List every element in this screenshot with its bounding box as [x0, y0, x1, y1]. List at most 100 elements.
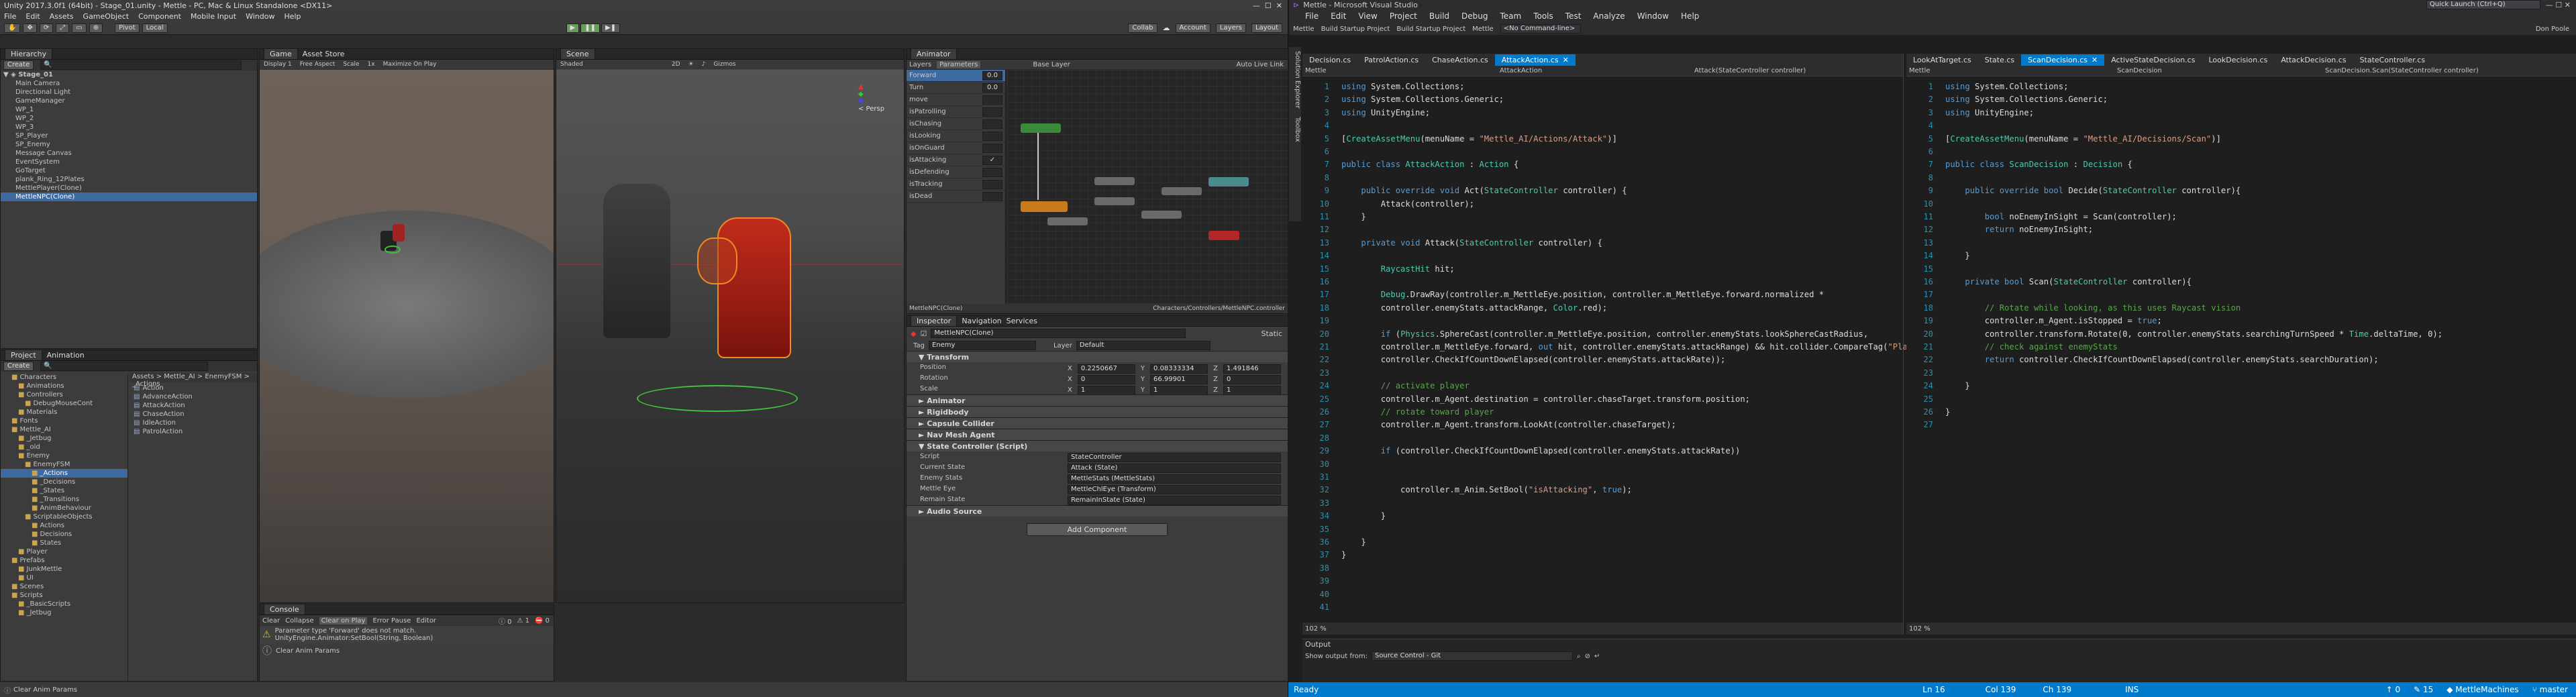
scene-tab[interactable]: Scene — [560, 49, 595, 59]
collab-button[interactable]: Collab — [1128, 23, 1157, 33]
auto-live-link-toggle[interactable]: Auto Live Link — [1237, 61, 1284, 68]
parameter-value[interactable] — [982, 131, 1002, 141]
edits-icon[interactable]: ✎ 15 — [2414, 685, 2433, 694]
project-folder[interactable]: ■ DebugMouseCont — [1, 399, 127, 408]
transform-pos-z-input[interactable]: 1.491846 — [1223, 364, 1282, 374]
project-folder[interactable]: ■ Prefabs — [1, 556, 127, 565]
project-create-button[interactable]: Create — [3, 362, 34, 371]
code-line[interactable]: } — [1945, 251, 1969, 260]
code-line[interactable]: controller.m_Agent.destination = control… — [1341, 394, 1750, 404]
console-collapse-button[interactable]: Collapse — [285, 617, 314, 625]
animator-parameter[interactable]: isDefending — [907, 166, 1005, 178]
code-line[interactable]: } — [1341, 550, 1346, 559]
project-file[interactable]: ▤ ChaseAction — [130, 410, 257, 419]
project-file[interactable]: ▤ PatrolAction — [130, 427, 257, 436]
transform-pos-x-input[interactable]: 0.2250667 — [1077, 364, 1135, 374]
editor-tab[interactable]: LookAtTarget.cs — [1906, 54, 1978, 66]
layers-tab[interactable]: Layers — [909, 61, 931, 68]
layer-dropdown[interactable]: Default — [1076, 341, 1210, 350]
build-startup-button[interactable]: Build Startup Project — [1321, 25, 1390, 33]
project-folder[interactable]: ■ JunkMettle — [1, 565, 127, 574]
project-folder[interactable]: ■ Decisions — [1, 530, 127, 539]
hierarchy-item[interactable]: MettlePlayer(Clone) — [1, 184, 257, 193]
code-line[interactable]: // Rotate while looking, as this uses Ra… — [1945, 303, 2241, 313]
parameter-value[interactable] — [982, 119, 1002, 129]
right-class-dropdown[interactable]: ScanDecision — [2117, 67, 2318, 74]
navigation-tab[interactable]: Navigation — [962, 317, 1001, 325]
play-icon[interactable]: ▶ — [566, 23, 580, 33]
transform-rot-z-input[interactable]: 0 — [1223, 375, 1282, 384]
animator-parameter[interactable]: isChasing — [907, 118, 1005, 130]
menu-item[interactable]: Edit — [25, 12, 40, 21]
vs-menu-item[interactable]: Tools — [1533, 11, 1553, 21]
transform-component-header[interactable]: ▼ Transform — [907, 351, 1288, 362]
code-line[interactable]: if (controller.CheckIfCountDownElapsed(c… — [1341, 446, 1741, 455]
project-folder[interactable]: ■ _States — [1, 486, 127, 495]
default-state-node[interactable] — [1021, 201, 1068, 212]
animator-tab[interactable]: Animator — [911, 49, 957, 59]
aspect-dropdown[interactable]: Free Aspect — [300, 61, 336, 68]
transform-scale-z-input[interactable]: 1 — [1223, 386, 1282, 395]
project-folder[interactable]: ■ Controllers — [1, 390, 127, 399]
display-dropdown[interactable]: Display 1 — [264, 61, 292, 68]
tag-dropdown[interactable]: Enemy — [928, 341, 1036, 350]
vs-menu-item[interactable]: View — [1358, 11, 1377, 21]
state-node[interactable] — [1094, 197, 1135, 205]
window-controls-icon[interactable]: — ☐ ✕ — [1253, 1, 1282, 10]
vs-menu-item[interactable]: Window — [1637, 11, 1669, 21]
warning-count[interactable]: ⚠ 1 — [517, 617, 529, 625]
vs-menu-item[interactable]: Edit — [1331, 11, 1346, 21]
code-line[interactable]: controller.m_Agent.isStopped = true; — [1945, 316, 2162, 325]
animator-parameter[interactable]: isAttacking ✓ — [907, 154, 1005, 166]
code-line[interactable]: return noEnemyInSight; — [1945, 225, 2093, 234]
project-folder[interactable]: ■ _Transitions — [1, 495, 127, 504]
vs-menu-item[interactable]: Analyze — [1593, 11, 1625, 21]
project-file[interactable]: ▤ Action — [130, 384, 257, 392]
code-line[interactable]: public class ScanDecision : Decision { — [1945, 160, 2132, 169]
move-tool-icon[interactable]: ✥ — [23, 23, 37, 33]
vs-project-dropdown[interactable]: Mettle — [1293, 25, 1315, 33]
project-folder[interactable]: ■ _old — [1, 443, 127, 451]
step-icon[interactable]: ▶❚ — [601, 23, 621, 33]
active-checkbox[interactable]: ☑ — [920, 329, 927, 338]
editor-tab[interactable]: ActiveStateDecision.cs — [2104, 54, 2202, 66]
parameter-value[interactable] — [982, 107, 1002, 117]
hierarchy-item[interactable]: WP_3 — [1, 123, 257, 131]
code-line[interactable]: [CreateAssetMenu(menuName = "Mettle_AI/D… — [1945, 134, 2221, 144]
toolbox-tab[interactable]: Toolbox — [1294, 117, 1301, 142]
property-object-field[interactable]: RemainInState (State) — [1068, 496, 1281, 505]
animator-parameter[interactable]: isDead — [907, 191, 1005, 203]
code-line[interactable]: controller.m_Anim.SetBool("isAttacking",… — [1341, 485, 1632, 494]
project-folder[interactable]: ■ States — [1, 539, 127, 547]
entry-node[interactable] — [1021, 123, 1061, 133]
vs-project-dropdown-2[interactable]: Mettle — [1472, 25, 1494, 33]
code-line[interactable]: } — [1945, 407, 1950, 417]
code-line[interactable]: using System.Collections.Generic; — [1341, 95, 1504, 104]
vs-user[interactable]: Don Poole — [2536, 25, 2569, 33]
transform-rot-x-input[interactable]: 0 — [1077, 375, 1135, 384]
rotate-tool-icon[interactable]: ⟳ — [39, 23, 54, 33]
scene-render-view[interactable]: ▲ ◆ ▼ < Persp — [556, 70, 904, 602]
hierarchy-item[interactable]: SP_Player — [1, 131, 257, 140]
repo-dropdown[interactable]: ◆ MettleMachines — [2446, 685, 2518, 694]
project-folder[interactable]: ■ _BasicScripts — [1, 600, 127, 608]
project-file[interactable]: ▤ AdvanceAction — [130, 392, 257, 401]
menu-item[interactable]: GameObject — [83, 12, 130, 21]
status-column[interactable]: Col 139 — [1986, 685, 2016, 694]
layers-dropdown[interactable]: Layers — [1215, 23, 1246, 33]
parameter-value[interactable] — [982, 143, 1002, 153]
scene-root-item[interactable]: ▼ ◈ Stage_01 — [1, 70, 257, 79]
code-line[interactable]: // rotate toward player — [1341, 407, 1494, 417]
right-zoom-level[interactable]: 102 % — [1909, 625, 1930, 633]
game-render-view[interactable] — [260, 70, 554, 602]
component-header[interactable]: ▼ State Controller (Script) — [907, 440, 1288, 451]
code-line[interactable]: if (Physics.SphereCast(controller.m_Mett… — [1341, 329, 1868, 339]
left-class-dropdown[interactable]: AttackAction — [1500, 67, 1688, 74]
left-project-dropdown[interactable]: Mettle — [1305, 67, 1493, 74]
project-folder[interactable]: ■ Actions — [1, 521, 127, 530]
scene-gizmo[interactable]: ▲ ◆ ▼ < Persp — [858, 83, 884, 113]
left-member-dropdown[interactable]: Attack(StateController controller) — [1694, 67, 1806, 74]
menu-item[interactable]: File — [4, 12, 16, 21]
code-line[interactable]: // check against enemyStats — [1945, 342, 2118, 352]
hand-tool-icon[interactable]: ✋ — [4, 23, 21, 33]
